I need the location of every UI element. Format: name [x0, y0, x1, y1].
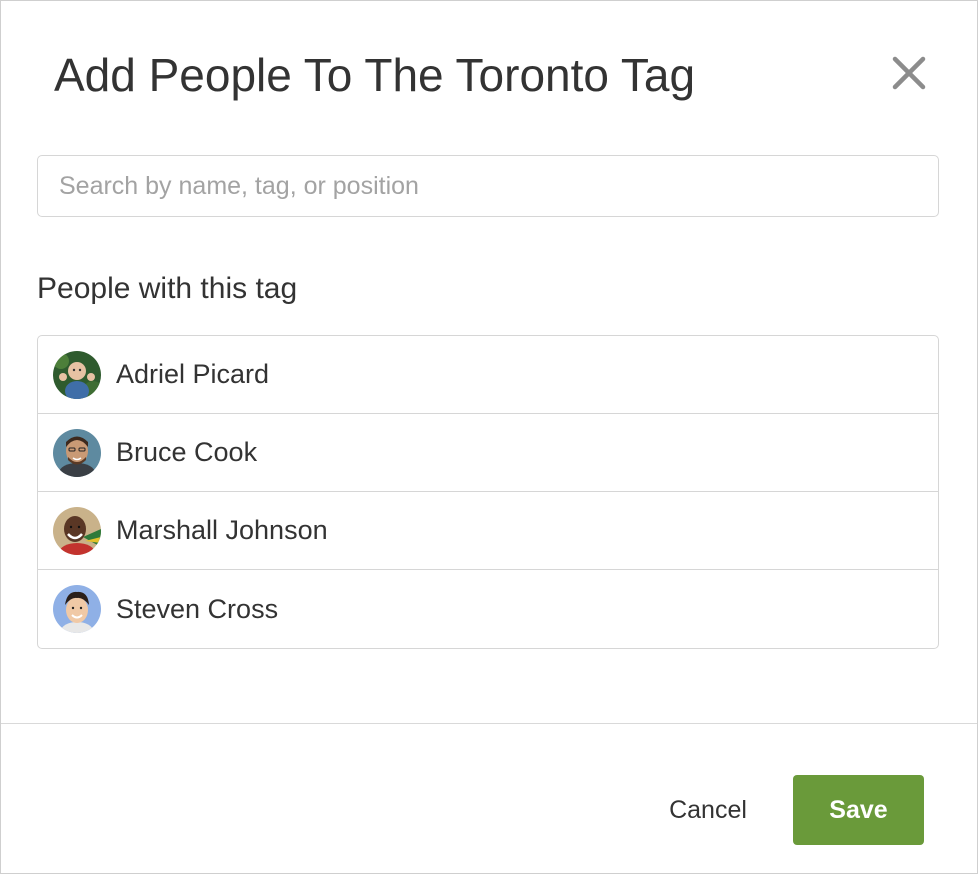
person-name: Bruce Cook [116, 437, 258, 467]
footer-divider [1, 723, 977, 724]
person-row[interactable]: Adriel Picard [38, 336, 938, 414]
person-row[interactable]: Marshall Johnson [38, 492, 938, 570]
avatar [53, 428, 101, 477]
avatar [53, 506, 101, 555]
person-name: Adriel Picard [116, 359, 270, 389]
avatar [53, 585, 101, 633]
person-row[interactable]: Steven Cross [38, 570, 938, 648]
close-button[interactable] [889, 53, 929, 93]
search-input[interactable] [37, 155, 939, 217]
person-row[interactable]: Bruce Cook [38, 414, 938, 492]
avatar [53, 350, 101, 399]
person-name: Marshall Johnson [116, 515, 328, 545]
save-button[interactable]: Save [793, 775, 924, 845]
people-section-heading: People with this tag [37, 272, 298, 305]
close-icon [889, 53, 929, 93]
person-name: Steven Cross [116, 593, 279, 624]
cancel-button[interactable]: Cancel [649, 775, 767, 845]
dialog-title: Add People To The Toronto Tag [54, 49, 696, 101]
add-people-dialog: Add People To The Toronto Tag People wit… [0, 0, 978, 874]
people-list: Adriel Picard Bruce Cook Marshall Johnso… [37, 335, 939, 649]
